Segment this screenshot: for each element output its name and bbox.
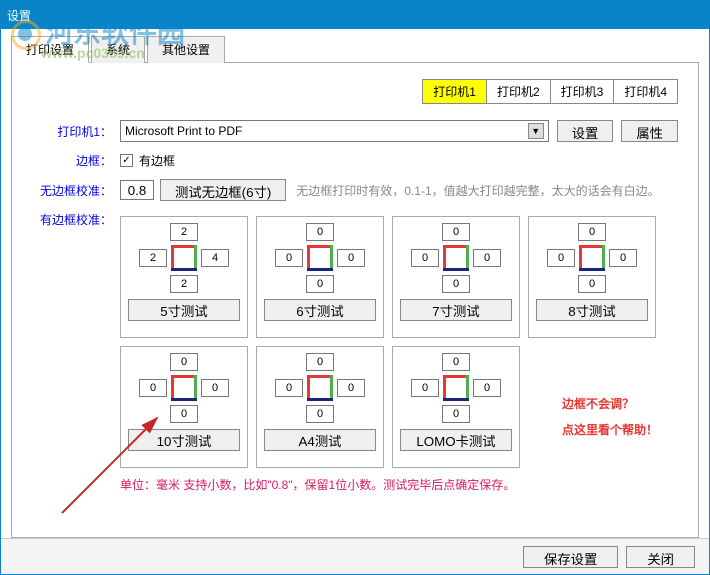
window-title: 设置	[7, 7, 31, 24]
calib-test-button[interactable]: 5寸测试	[128, 299, 240, 321]
bottom-bar: 保存设置 关闭	[1, 538, 709, 574]
printer-props-button[interactable]: 属性	[621, 120, 678, 142]
calib-square-icon	[307, 375, 333, 401]
calib-bottom-input[interactable]	[306, 275, 334, 293]
calib-right-input[interactable]	[337, 379, 365, 397]
calibration-box: A4测试	[256, 346, 384, 468]
footer-hint: 单位：毫米 支持小数，比如"0.8"，保留1位小数。测试完毕后点确定保存。	[120, 476, 678, 493]
help-text[interactable]: 边框不会调？ 点这里看个帮助！	[562, 391, 658, 444]
calib-left-input[interactable]	[411, 249, 439, 267]
calibration-box: 10寸测试	[120, 346, 248, 468]
calib-test-button[interactable]: LOMO卡测试	[400, 429, 512, 451]
calibration-box: 7寸测试	[392, 216, 520, 338]
noborder-input[interactable]	[120, 180, 154, 200]
calibration-cross	[411, 223, 501, 293]
border-label: 边框：	[32, 152, 112, 169]
calib-right-input[interactable]	[609, 249, 637, 267]
printer-tab-3[interactable]: 打印机3	[550, 79, 615, 104]
printer-tab-4[interactable]: 打印机4	[613, 79, 678, 104]
calib-test-button[interactable]: 6寸测试	[264, 299, 376, 321]
calib-bottom-input[interactable]	[442, 405, 470, 423]
calib-top-input[interactable]	[170, 223, 198, 241]
calib-square-icon	[443, 375, 469, 401]
tab-system[interactable]: 系统	[91, 36, 145, 63]
calib-bottom-input[interactable]	[442, 275, 470, 293]
calib-top-input[interactable]	[442, 223, 470, 241]
calib-left-input[interactable]	[411, 379, 439, 397]
calibration-cross	[139, 353, 229, 423]
border-text: 有边框	[139, 152, 175, 169]
printer-tabs: 打印机1 打印机2 打印机3 打印机4	[32, 79, 678, 104]
noborder-hint: 无边框打印时有效，0.1-1，值越大打印越完整，太大的话会有白边。	[296, 182, 659, 199]
noborder-row: 无边框校准： 测试无边框(6寸) 无边框打印时有效，0.1-1，值越大打印越完整…	[32, 179, 678, 201]
printer-tab-2[interactable]: 打印机2	[486, 79, 551, 104]
printer-tab-1[interactable]: 打印机1	[422, 79, 487, 104]
calib-test-button[interactable]: 7寸测试	[400, 299, 512, 321]
printer-row: 打印机1： Microsoft Print to PDF ▼ 设置 属性	[32, 120, 678, 142]
calibration-box: 6寸测试	[256, 216, 384, 338]
calib-square-icon	[443, 245, 469, 271]
help-line2: 点这里看个帮助！	[562, 417, 658, 443]
calib-bottom-input[interactable]	[170, 405, 198, 423]
calib-top-input[interactable]	[442, 353, 470, 371]
calib-test-button[interactable]: 10寸测试	[128, 429, 240, 451]
border-checkbox[interactable]: ✓	[120, 154, 133, 167]
calib-top-input[interactable]	[306, 353, 334, 371]
tab-print-settings[interactable]: 打印设置	[11, 36, 89, 63]
calib-top-input[interactable]	[170, 353, 198, 371]
calibration-cross	[547, 223, 637, 293]
noborder-test-button[interactable]: 测试无边框(6寸)	[160, 179, 286, 201]
calib-left-input[interactable]	[275, 379, 303, 397]
calib-square-icon	[579, 245, 605, 271]
settings-window: 设置 河东软件园 www.pc0359.cn 打印设置 系统 其他设置 打印机1…	[0, 0, 710, 575]
calib-test-button[interactable]: A4测试	[264, 429, 376, 451]
calib-right-input[interactable]	[201, 249, 229, 267]
save-button[interactable]: 保存设置	[523, 546, 618, 568]
printer-label: 打印机1：	[32, 123, 112, 140]
chevron-down-icon: ▼	[528, 123, 544, 139]
calibration-cross	[411, 353, 501, 423]
calib-left-input[interactable]	[547, 249, 575, 267]
calib-right-input[interactable]	[473, 379, 501, 397]
border-row: 边框： ✓ 有边框	[32, 152, 678, 169]
help-line1: 边框不会调？	[562, 391, 658, 417]
calib-left-input[interactable]	[275, 249, 303, 267]
calib-bottom-input[interactable]	[170, 275, 198, 293]
calib-top-input[interactable]	[578, 223, 606, 241]
close-button[interactable]: 关闭	[626, 546, 695, 568]
calib-left-input[interactable]	[139, 379, 167, 397]
titlebar: 设置	[1, 1, 709, 29]
calib-top-input[interactable]	[306, 223, 334, 241]
main-tabs: 打印设置 系统 其他设置	[11, 35, 699, 63]
printer-dropdown[interactable]: Microsoft Print to PDF ▼	[120, 120, 549, 142]
tab-other[interactable]: 其他设置	[147, 36, 225, 63]
hasborder-label: 有边框校准：	[32, 211, 112, 228]
calib-right-input[interactable]	[473, 249, 501, 267]
calib-square-icon	[307, 245, 333, 271]
calib-bottom-input[interactable]	[578, 275, 606, 293]
calib-square-icon	[171, 375, 197, 401]
calib-right-input[interactable]	[201, 379, 229, 397]
calibration-box: 8寸测试	[528, 216, 656, 338]
panel: 打印机1 打印机2 打印机3 打印机4 打印机1： Microsoft Prin…	[11, 63, 699, 538]
calib-left-input[interactable]	[139, 249, 167, 267]
calib-right-input[interactable]	[337, 249, 365, 267]
calib-square-icon	[171, 245, 197, 271]
noborder-label: 无边框校准：	[32, 182, 112, 199]
calibration-cross	[275, 353, 365, 423]
printer-value: Microsoft Print to PDF	[125, 124, 242, 138]
calibration-cross	[139, 223, 229, 293]
content-area: 打印设置 系统 其他设置 打印机1 打印机2 打印机3 打印机4 打印机1： M…	[1, 29, 709, 574]
calib-test-button[interactable]: 8寸测试	[536, 299, 648, 321]
printer-settings-button[interactable]: 设置	[557, 120, 614, 142]
calibration-box: LOMO卡测试	[392, 346, 520, 468]
calibration-box: 5寸测试	[120, 216, 248, 338]
calibration-cross	[275, 223, 365, 293]
calib-bottom-input[interactable]	[306, 405, 334, 423]
